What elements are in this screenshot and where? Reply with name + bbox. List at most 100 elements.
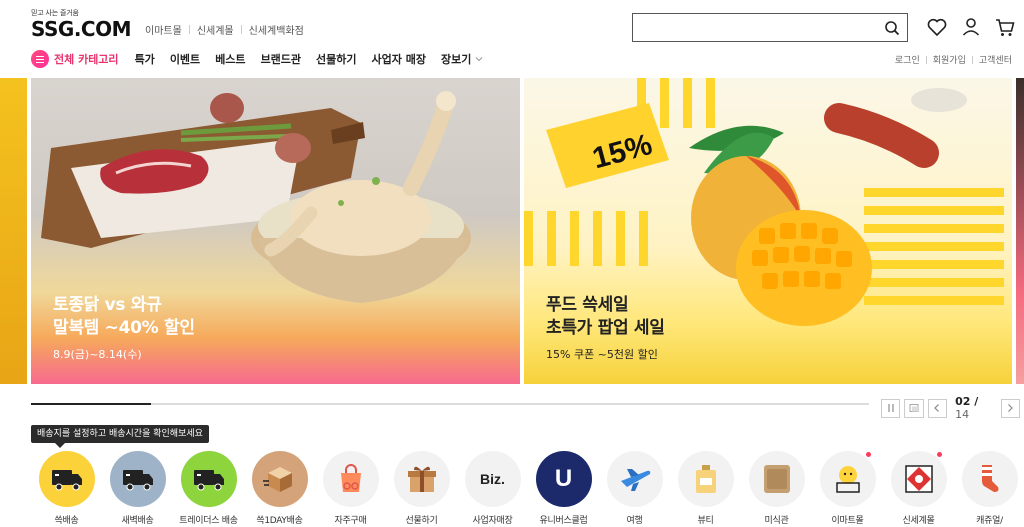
banner-peek-next[interactable] (1016, 78, 1024, 384)
slide-current: 02 (955, 395, 971, 408)
shinsegae-icon (890, 451, 947, 507)
quick-menu-item[interactable]: 선물하기 (386, 451, 457, 526)
banner-carousel: 토종닭 vs 와규 말복템 ~40% 할인 8.9(금)~8.14(수) 15% (0, 78, 1024, 384)
quick-menu-label: 미식관 (764, 516, 789, 526)
banner-caption: 토종닭 vs 와규 말복템 ~40% 할인 8.9(금)~8.14(수) (53, 294, 195, 362)
quick-menu-item[interactable]: 자주구매 (315, 451, 386, 526)
logo[interactable]: 믿고 사는 즐거움 SSG.COM (31, 9, 132, 40)
all-categories-button[interactable]: 전체 카테고리 (31, 50, 119, 68)
site-link-shinsegae-mall[interactable]: 신세계몰 (197, 22, 234, 37)
nav-item-brands[interactable]: 브랜드관 (261, 51, 301, 67)
quick-menu-label: 사업자매장 (472, 516, 513, 526)
main-nav: 전체 카테고리 특가 이벤트 베스트 브랜드관 선물하기 사업자 매장 장보기 (31, 49, 499, 69)
site-link-emart[interactable]: 이마트몰 (145, 22, 182, 37)
divider (925, 55, 927, 64)
site-links: 이마트몰 신세계몰 신세계백화점 (145, 22, 304, 37)
grid-view-icon (909, 404, 919, 412)
quick-menu-item[interactable]: 쓱1DAY배송 (244, 451, 315, 526)
banner-subtitle: 15% 쿠폰 ~5천원 할인 (546, 348, 658, 361)
banner-subtitle: 8.9(금)~8.14(수) (53, 348, 142, 361)
delivery-tooltip: 배송지를 설정하고 배송시간을 확인해보세요 (31, 425, 209, 448)
quick-menu-label: 유니버스클럽 (539, 516, 588, 526)
divider (971, 55, 973, 64)
nav-item-grocery[interactable]: 장보기 (441, 51, 484, 67)
banner-slide[interactable]: 15% 푸드 쓱세일 초특가 팝업 세일 15% 쿠폰 ~5천원 할인 (524, 78, 1012, 384)
divider (188, 25, 190, 34)
new-badge-dot (937, 452, 942, 457)
quick-menu-label: 선물하기 (405, 516, 438, 526)
banner-title: 푸드 쓱세일 초특가 팝업 세일 (546, 294, 665, 340)
slide-total: 14 (955, 408, 970, 421)
header: 믿고 사는 즐거움 SSG.COM 이마트몰 신세계몰 신세계백화점 전체 카테… (0, 0, 1024, 78)
quick-menu-item[interactable]: 새벽배송 (102, 451, 173, 526)
next-slide-button[interactable] (1000, 398, 1020, 418)
truck-icon (38, 451, 95, 507)
search-input[interactable] (633, 14, 873, 41)
quick-menu-item[interactable]: 쓱배송 (31, 451, 102, 526)
quick-menu-label: 신세계몰 (902, 516, 935, 526)
quick-menu-label: 트레이더스 배송 (179, 516, 238, 526)
carousel-pager: 02 / 14 (881, 395, 1024, 421)
quick-menu-label: 뷰티 (697, 516, 714, 526)
food-icon (748, 451, 805, 507)
universe-icon: U (535, 451, 592, 507)
airplane-icon (606, 451, 663, 507)
emart-icon (819, 451, 876, 507)
customer-center-link[interactable]: 고객센터 (979, 53, 1012, 66)
nav-item-business-store[interactable]: 사업자 매장 (372, 51, 426, 67)
truck-icon (109, 451, 166, 507)
gift-icon (393, 451, 450, 507)
truck-icon (180, 451, 237, 507)
view-all-button[interactable] (904, 398, 924, 418)
banner-title-line: 초특가 팝업 세일 (546, 318, 665, 338)
logo-text[interactable]: SSG.COM (31, 18, 132, 40)
heart-icon[interactable] (926, 16, 948, 38)
util-links: 로그인 회원가입 고객센터 (895, 53, 1012, 66)
quick-menu-item[interactable]: 여행 (599, 451, 670, 526)
quick-menu-label: 캐쥬얼/ (976, 516, 1003, 526)
chevron-right-icon (1008, 404, 1014, 412)
banner-title: 토종닭 vs 와규 말복템 ~40% 할인 (53, 294, 195, 340)
quick-menu-item[interactable]: 신세계몰 (883, 451, 954, 526)
prev-slide-button[interactable] (927, 398, 948, 418)
menu-icon (31, 50, 49, 68)
quick-menu-item[interactable]: 이마트몰 (812, 451, 883, 526)
cart-icon[interactable] (994, 16, 1016, 38)
nav-item-grocery-label: 장보기 (440, 53, 472, 66)
quick-menu-label: 쓱1DAY배송 (256, 516, 303, 526)
quick-menu-item[interactable]: 캐쥬얼/ (954, 451, 1024, 526)
box-icon (251, 451, 308, 507)
quick-menu-label: 여행 (626, 516, 643, 526)
pause-button[interactable] (881, 398, 901, 418)
nav-item-best[interactable]: 베스트 (215, 51, 245, 67)
signup-link[interactable]: 회원가입 (933, 53, 966, 66)
quick-menu-item[interactable]: U 유니버스클럽 (528, 451, 599, 526)
nav-item-events[interactable]: 이벤트 (170, 51, 200, 67)
pause-icon (887, 404, 894, 412)
socks-icon (961, 451, 1018, 507)
search-icon[interactable] (884, 20, 900, 36)
quick-menu-label: 쓱배송 (54, 516, 79, 526)
quick-menu-item[interactable]: 트레이더스 배송 (173, 451, 244, 526)
quick-menu-item[interactable]: 뷰티 (670, 451, 741, 526)
banner-slide[interactable]: 토종닭 vs 와규 말복템 ~40% 할인 8.9(금)~8.14(수) (31, 78, 520, 384)
divider (240, 25, 242, 34)
perfume-icon (677, 451, 734, 507)
site-link-shinsegae-dept[interactable]: 신세계백화점 (249, 22, 304, 37)
nav-item-deals[interactable]: 특가 (135, 51, 155, 67)
quick-menu-item[interactable]: 미식관 (741, 451, 812, 526)
chevron-down-icon (475, 57, 483, 62)
banner-peek-prev[interactable] (0, 78, 27, 384)
nav-item-gifts[interactable]: 선물하기 (316, 51, 356, 67)
carousel-progress (31, 403, 869, 405)
new-badge-dot (866, 452, 871, 457)
slide-counter: 02 / 14 (955, 395, 979, 421)
quick-menu-label: 새벽배송 (121, 516, 154, 526)
carousel-progress-fill (31, 403, 151, 405)
login-link[interactable]: 로그인 (895, 53, 920, 66)
banner-title-line: 토종닭 vs 와규 (53, 295, 162, 315)
user-icon[interactable] (960, 16, 982, 38)
all-categories-label: 전체 카테고리 (54, 53, 119, 66)
quick-menu-item[interactable]: Biz. 사업자매장 (457, 451, 528, 526)
chevron-left-icon (934, 404, 940, 412)
